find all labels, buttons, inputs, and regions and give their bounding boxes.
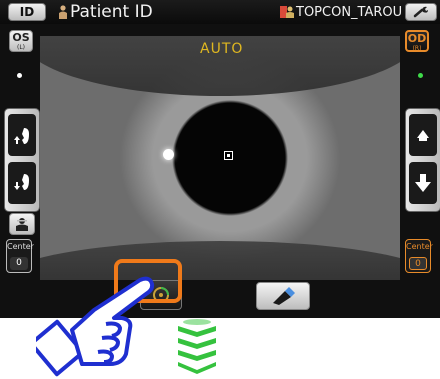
pointing-hand-icon: [36, 276, 155, 377]
left-center-control[interactable]: Center 0: [6, 239, 34, 273]
patient-id-label[interactable]: Patient ID: [70, 2, 153, 22]
chevron-up-icon: [417, 130, 429, 141]
settings-button[interactable]: [405, 3, 437, 21]
alignment-mark: [224, 151, 233, 160]
left-center-label: Center: [7, 242, 34, 251]
left-center-value: 0: [10, 257, 28, 270]
os-label: OS: [12, 31, 30, 44]
od-right-eye-button[interactable]: OD (R): [405, 30, 429, 52]
move-down-button[interactable]: [409, 162, 437, 204]
chin-rest-down-icon: [14, 174, 29, 190]
od-label: OD: [407, 32, 427, 45]
joystick-panel: [405, 108, 440, 212]
chin-rest-panel: [4, 108, 40, 212]
cleaning-icon: [273, 287, 295, 305]
wrench-icon: [413, 6, 428, 18]
head-position-button[interactable]: [9, 213, 35, 235]
operator-icon: [280, 6, 294, 18]
operator-name[interactable]: TOPCON_TAROU: [296, 5, 402, 20]
right-center-label: Center: [406, 242, 433, 251]
move-up-button[interactable]: [409, 114, 437, 156]
left-eye-indicator: [17, 73, 22, 78]
anterior-eye-camera-view[interactable]: AUTO: [40, 36, 400, 280]
head-position-icon: [16, 218, 28, 231]
os-left-eye-button[interactable]: OS (L): [9, 30, 33, 52]
top-bar: ID Patient ID TOPCON_TAROU: [0, 0, 440, 24]
id-button[interactable]: ID: [8, 3, 46, 21]
person-icon: [59, 5, 67, 19]
arrow-down-icon: [415, 174, 431, 192]
chin-rest-down-button[interactable]: [8, 162, 36, 204]
cleaning-button[interactable]: [256, 282, 310, 310]
corneal-reflection: [163, 149, 174, 160]
right-center-value: 0: [409, 257, 427, 270]
os-sub-label: (L): [16, 44, 26, 51]
chin-rest-up-icon: [14, 128, 29, 144]
right-eye-indicator: [418, 73, 423, 78]
chin-rest-up-button[interactable]: [8, 114, 36, 156]
right-center-control[interactable]: Center 0: [405, 239, 433, 273]
od-sub-label: (R): [412, 45, 422, 52]
auto-mode-label: AUTO: [200, 41, 244, 57]
chevron-down-icon: [178, 319, 216, 374]
